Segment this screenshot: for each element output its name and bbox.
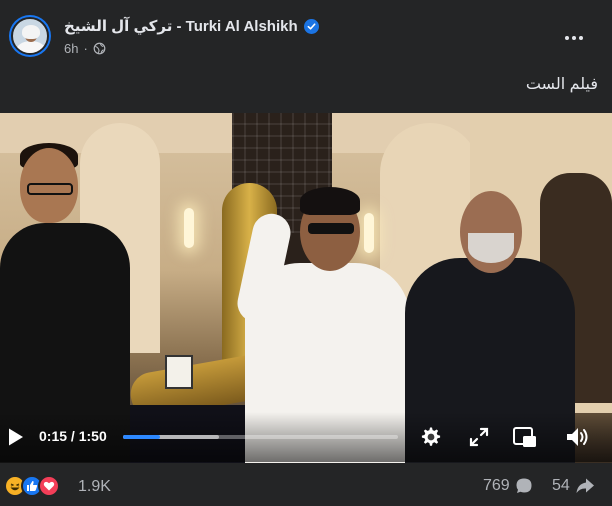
- volume-icon[interactable]: [565, 424, 591, 450]
- reaction-icons[interactable]: [4, 475, 60, 497]
- avatar[interactable]: [9, 15, 51, 57]
- miniplayer-icon[interactable]: [512, 424, 538, 450]
- fullscreen-icon[interactable]: [466, 424, 492, 450]
- post-time[interactable]: 6h: [64, 41, 78, 56]
- comment-count: 769: [483, 477, 510, 494]
- post-footer: 1.9K 769 54: [0, 463, 612, 506]
- love-reaction-icon: [38, 475, 60, 497]
- current-time: 0:15: [39, 428, 68, 444]
- author-name[interactable]: تركي آل الشيخ - Turki Al Alshikh: [64, 17, 298, 35]
- globe-icon: [93, 42, 106, 55]
- play-icon[interactable]: [7, 427, 25, 447]
- video-controls: 0:15 / 1:50: [0, 412, 612, 462]
- share-icon: [576, 478, 594, 493]
- share-stat[interactable]: 54: [552, 477, 595, 495]
- video-time: 0:15 / 1:50: [39, 428, 107, 444]
- reaction-count[interactable]: 1.9K: [78, 478, 111, 496]
- post-caption: فيلم الست: [525, 76, 598, 93]
- post-header: تركي آل الشيخ - Turki Al Alshikh 6h ·: [0, 0, 612, 68]
- video-player[interactable]: [0, 113, 612, 463]
- share-count: 54: [552, 477, 570, 494]
- avatar-image: [11, 17, 49, 55]
- post-meta: 6h ·: [64, 41, 106, 56]
- comment-icon: [516, 478, 532, 493]
- picture-frame: [165, 355, 193, 389]
- verified-badge-icon: [303, 18, 319, 34]
- comment-stat[interactable]: 769: [483, 477, 533, 495]
- more-icon[interactable]: [562, 26, 586, 50]
- progress-fill: [123, 435, 161, 439]
- duration: 1:50: [78, 428, 107, 444]
- settings-icon[interactable]: [418, 424, 444, 450]
- author-row: تركي آل الشيخ - Turki Al Alshikh: [64, 16, 319, 36]
- time-separator: /: [70, 428, 75, 444]
- progress-bar[interactable]: [123, 435, 398, 439]
